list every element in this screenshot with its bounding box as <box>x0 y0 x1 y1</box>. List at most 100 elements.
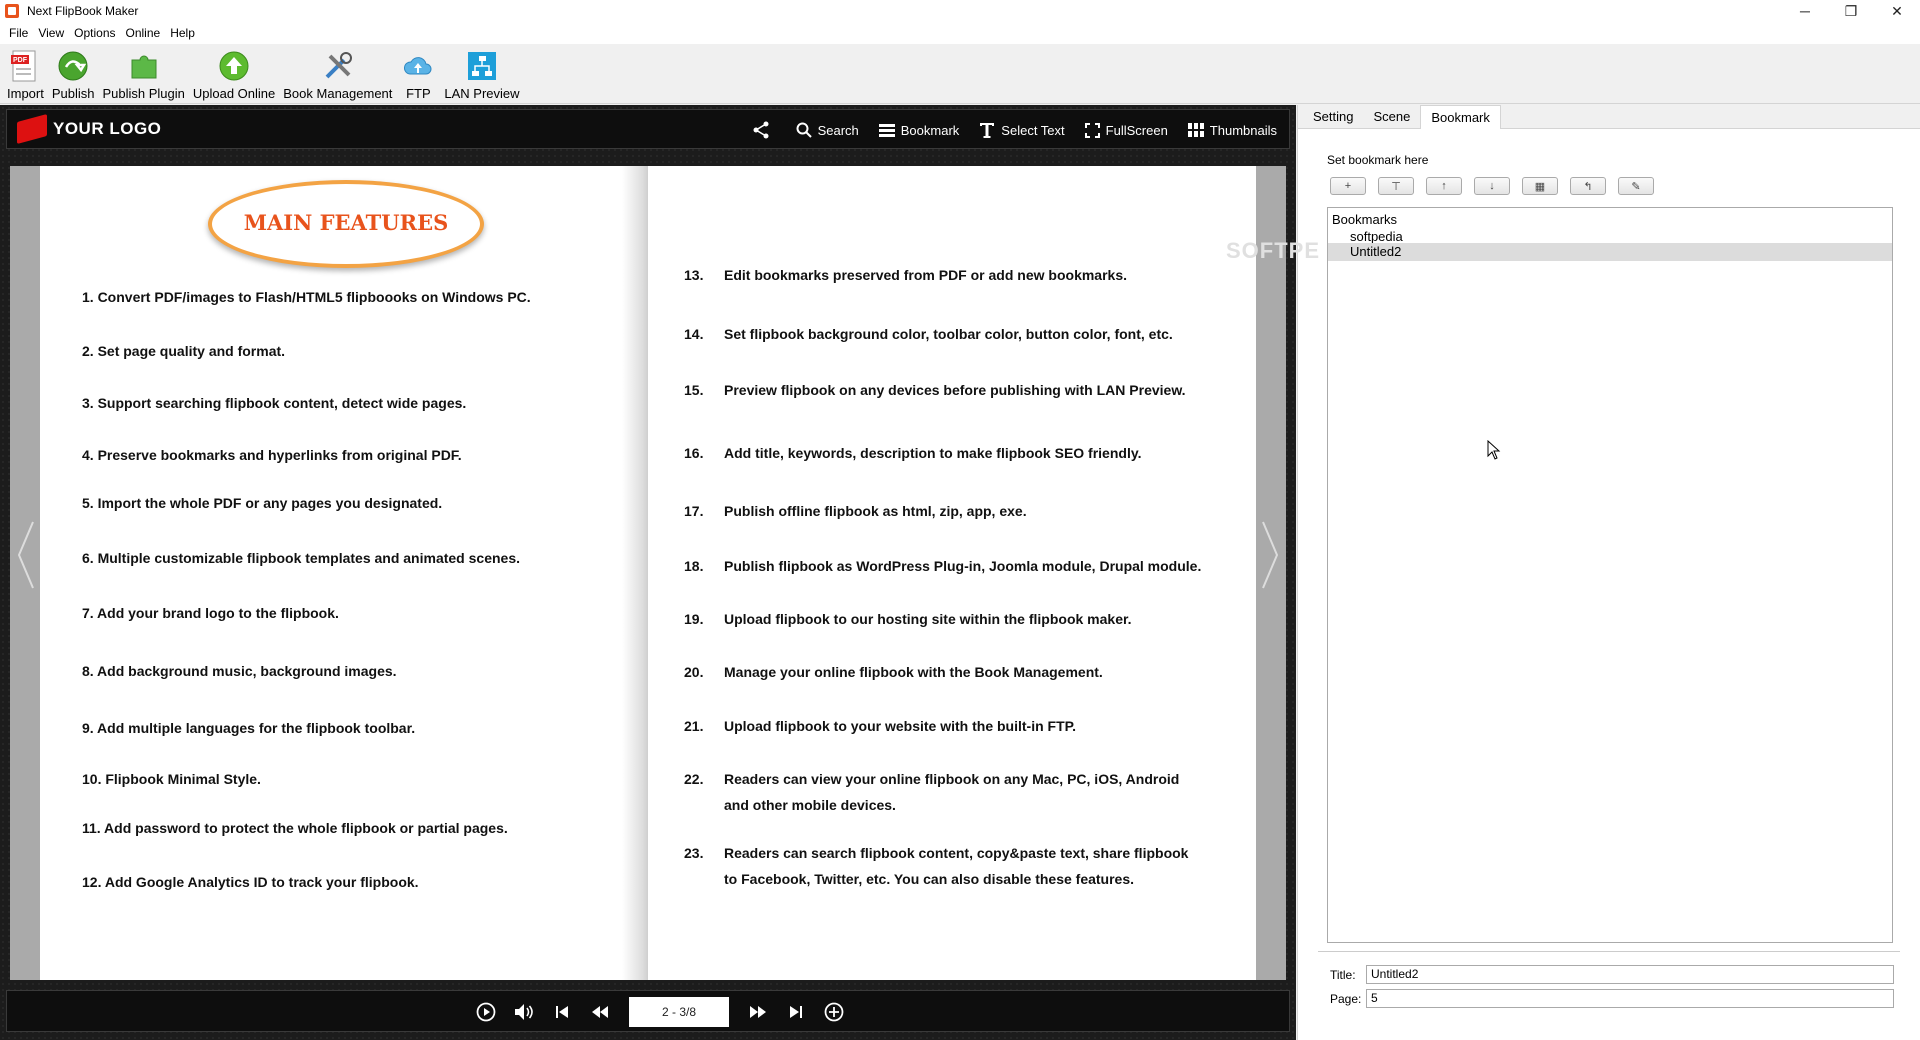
grid-icon <box>1187 123 1204 137</box>
book-spread: MAIN FEATURES 1. Convert PDF/images to F… <box>10 166 1286 980</box>
move-down-button[interactable]: ↓ <box>1474 177 1510 195</box>
autoplay-button[interactable] <box>467 991 505 1033</box>
add-bookmark-button[interactable]: + <box>1330 177 1366 195</box>
move-up-button[interactable]: ↑ <box>1426 177 1462 195</box>
ftp-label: FTP <box>406 86 431 101</box>
bookmark-tree-root[interactable]: Bookmarks <box>1332 212 1397 227</box>
page-field-label: Page: <box>1330 992 1362 1006</box>
feature-num: 13. <box>684 267 704 283</box>
viewer-bottom-bar: 2 - 3/8 <box>6 990 1290 1032</box>
title-field[interactable]: Untitled2 <box>1366 965 1894 984</box>
delete-bookmark-button[interactable]: ▦ <box>1522 177 1558 195</box>
minimize-button[interactable]: ─ <box>1782 0 1828 22</box>
feature-num: 20. <box>684 664 704 680</box>
upload-online-label: Upload Online <box>192 86 276 101</box>
viewer-tools: Search Bookmark Select Text FullScreen T… <box>732 110 1277 150</box>
publish-plugin-button[interactable]: Publish Plugin <box>102 48 185 101</box>
feature-item: Readers can search flipbook content, cop… <box>724 845 1189 861</box>
share-button[interactable] <box>752 121 776 139</box>
next-page-button[interactable] <box>739 991 777 1033</box>
flipbook-viewer: YOUR LOGO Search Bookmark Select Text Fu… <box>0 105 1296 1040</box>
lan-preview-button[interactable]: LAN Preview <box>444 48 520 101</box>
zoom-in-button[interactable] <box>815 991 853 1033</box>
feature-item: 2. Set page quality and format. <box>82 343 286 359</box>
feature-item-cont: and other mobile devices. <box>724 797 896 813</box>
search-icon <box>796 122 812 138</box>
tab-scene[interactable]: Scene <box>1363 105 1420 129</box>
close-button[interactable]: ✕ <box>1874 0 1920 22</box>
right-page[interactable]: 13. Edit bookmarks preserved from PDF or… <box>648 166 1256 980</box>
svg-text:PDF: PDF <box>13 57 28 64</box>
feature-num: 16. <box>684 445 704 461</box>
thumbnails-button[interactable]: Thumbnails <box>1187 122 1277 138</box>
skip-last-icon <box>790 1006 802 1018</box>
menu-options[interactable]: Options <box>69 26 120 40</box>
menu-help[interactable]: Help <box>165 26 200 40</box>
page-number-input[interactable]: 2 - 3/8 <box>629 997 729 1027</box>
feature-num: 19. <box>684 611 704 627</box>
menu-file[interactable]: File <box>4 26 33 40</box>
select-text-button[interactable]: Select Text <box>979 122 1065 138</box>
tab-setting[interactable]: Setting <box>1303 105 1363 129</box>
main-toolbar: PDF Import Publish Publish Plugin Upload… <box>0 44 1920 104</box>
badge-text: MAIN FEATURES <box>243 210 449 235</box>
search-label: Search <box>817 122 859 138</box>
bookmark-tree[interactable]: Bookmarks softpedia Untitled2 <box>1327 207 1893 943</box>
bookmark-toolbar: + ⊤ ↑ ↓ ▦ ↰ ✎ <box>1330 177 1666 195</box>
fullscreen-button[interactable]: FullScreen <box>1084 122 1168 138</box>
bookmark-item-selected[interactable]: Untitled2 <box>1328 243 1892 261</box>
softpedia-watermark: SOFTPE <box>1226 238 1321 263</box>
restore-button[interactable]: ❐ <box>1828 0 1874 22</box>
menu-view[interactable]: View <box>33 26 69 40</box>
mouse-cursor-icon <box>1487 439 1501 463</box>
import-label: Import <box>7 86 44 101</box>
network-icon <box>464 48 500 84</box>
zoom-in-icon <box>824 1002 844 1022</box>
next-page-arrow[interactable] <box>1256 515 1284 595</box>
set-bookmark-label: Set bookmark here <box>1327 153 1429 167</box>
feature-item: 10. Flipbook Minimal Style. <box>82 771 261 787</box>
feature-item: Manage your online flipbook with the Boo… <box>724 664 1103 680</box>
import-bookmark-button[interactable]: ↰ <box>1570 177 1606 195</box>
panel-tabs: Setting Scene Bookmark <box>1298 105 1920 129</box>
menu-online[interactable]: Online <box>121 26 166 40</box>
search-button[interactable]: Search <box>796 122 859 138</box>
chevron-right-icon <box>1262 521 1279 589</box>
publish-plugin-label: Publish Plugin <box>102 86 185 101</box>
import-button[interactable]: PDF Import <box>7 48 44 101</box>
tools-icon <box>320 48 356 84</box>
feature-item: 9. Add multiple languages for the flipbo… <box>82 720 416 736</box>
bookmark-button[interactable]: Bookmark <box>878 123 959 138</box>
fullscreen-label: FullScreen <box>1105 122 1168 138</box>
left-page[interactable]: MAIN FEATURES 1. Convert PDF/images to F… <box>40 166 648 980</box>
page-field[interactable]: 5 <box>1366 989 1894 1008</box>
feature-num: 14. <box>684 326 704 342</box>
previous-page-button[interactable] <box>581 991 619 1033</box>
book-management-button[interactable]: Book Management <box>283 48 392 101</box>
feature-item: 7. Add your brand logo to the flipbook. <box>82 605 339 621</box>
ftp-button[interactable]: FTP <box>400 48 436 101</box>
thumbnails-label: Thumbnails <box>1209 122 1277 138</box>
plugin-icon <box>126 48 162 84</box>
pdf-import-icon: PDF <box>7 48 43 84</box>
last-page-button[interactable] <box>777 991 815 1033</box>
app-icon <box>5 4 19 18</box>
feature-item: Publish offline flipbook as html, zip, a… <box>724 503 1027 519</box>
feature-item: Readers can view your online flipbook on… <box>724 771 1180 787</box>
edit-bookmark-button[interactable]: ✎ <box>1618 177 1654 195</box>
publish-button[interactable]: Publish <box>52 48 94 101</box>
viewer-toolbar: YOUR LOGO Search Bookmark Select Text Fu… <box>6 109 1290 149</box>
fast-forward-icon <box>750 1006 766 1018</box>
prev-page-arrow[interactable] <box>12 515 40 595</box>
feature-item: 6. Multiple customizable flipbook templa… <box>82 550 520 566</box>
window-controls: ─ ❐ ✕ <box>1782 0 1920 22</box>
upload-online-button[interactable]: Upload Online <box>193 48 275 101</box>
add-child-bookmark-button[interactable]: ⊤ <box>1378 177 1414 195</box>
feature-num: 21. <box>684 718 704 734</box>
first-page-button[interactable] <box>543 991 581 1033</box>
feature-item: 4. Preserve bookmarks and hyperlinks fro… <box>82 447 462 463</box>
tab-bookmark[interactable]: Bookmark <box>1420 105 1501 129</box>
feature-item: 11. Add password to protect the whole fl… <box>82 820 508 836</box>
sound-button[interactable] <box>505 991 543 1033</box>
feature-item: 12. Add Google Analytics ID to track you… <box>82 874 419 890</box>
